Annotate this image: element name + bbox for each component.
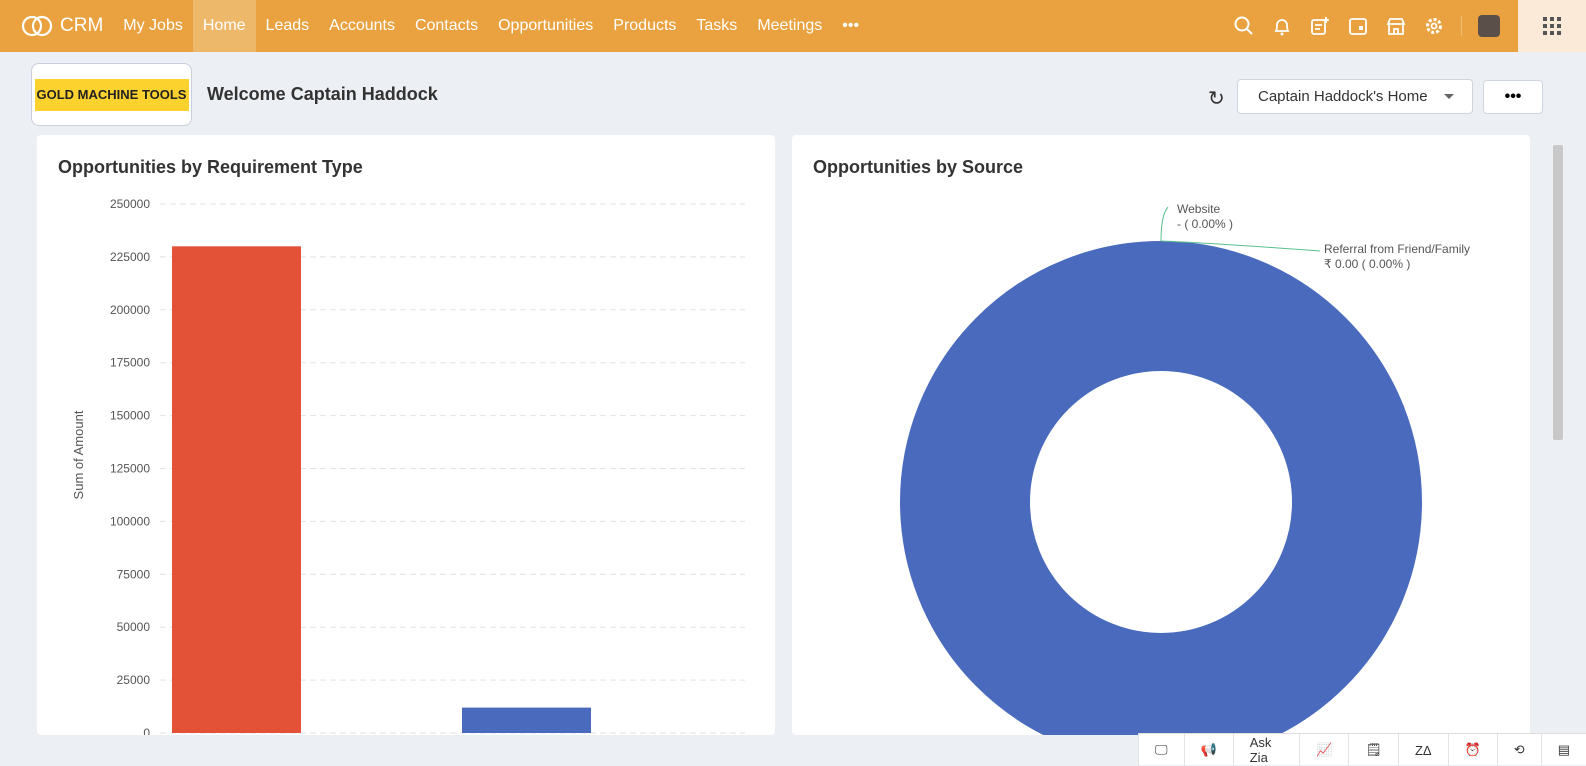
nav-more[interactable]: •••: [832, 0, 869, 52]
welcome-title: Welcome Captain Haddock: [207, 84, 438, 104]
alarm-icon[interactable]: ⏰: [1447, 734, 1497, 766]
user-avatar[interactable]: [1478, 15, 1500, 37]
y-tick-label: 225000: [110, 250, 150, 264]
search-icon[interactable]: [1233, 15, 1255, 37]
y-tick-label: 125000: [110, 462, 150, 476]
notes-icon[interactable]: 🗒: [1348, 734, 1398, 766]
y-tick-label: 150000: [110, 409, 150, 423]
history-icon[interactable]: ⟲: [1496, 734, 1541, 766]
y-tick-label: 0: [143, 726, 150, 735]
app-name: CRM: [60, 15, 104, 36]
screen-share-icon[interactable]: 🖵: [1138, 734, 1184, 766]
zoho-crm-icon: [21, 15, 53, 37]
more-options-button[interactable]: •••: [1483, 80, 1543, 114]
y-tick-label: 175000: [110, 356, 150, 370]
analytics-icon[interactable]: 📈: [1299, 734, 1348, 766]
donut-slice-other[interactable]: [900, 241, 1422, 735]
nav-contacts[interactable]: Contacts: [405, 0, 488, 52]
bar-bar2[interactable]: [462, 707, 591, 733]
bar-bar1[interactable]: [172, 246, 301, 733]
label-referral: Referral from Friend/Family: [1324, 242, 1470, 256]
logo-text: GOLD MACHINE TOOLS: [34, 78, 189, 111]
nav-my-jobs[interactable]: My Jobs: [113, 0, 193, 52]
calendar-icon[interactable]: [1347, 15, 1369, 37]
home-view-label: Captain Haddock's Home: [1258, 88, 1428, 105]
bar-chart-card: Opportunities by Requirement Type Sum of…: [37, 135, 775, 735]
y-tick-label: 75000: [117, 567, 151, 581]
bottom-toolbar: 🖵 📢 Ask Zia 📈 🗒 ZΔ ⏰ ⟲ ▤: [1138, 733, 1586, 766]
main-nav: My Jobs Home Leads Accounts Contacts Opp…: [113, 0, 869, 52]
divider: [1461, 16, 1462, 36]
company-logo: GOLD MACHINE TOOLS: [31, 63, 192, 126]
nav-home[interactable]: Home: [192, 0, 256, 52]
refresh-icon[interactable]: ↻: [1208, 86, 1225, 111]
donut-chart: Website - ( 0.00% ) Referral from Friend…: [900, 202, 1470, 735]
add-note-icon[interactable]: [1309, 15, 1331, 37]
website-leader-line: [1160, 206, 1169, 242]
label-referral-value: ₹ 0.00 ( 0.00% ): [1324, 257, 1410, 271]
y-tick-label: 50000: [117, 620, 151, 634]
gear-icon[interactable]: [1423, 15, 1445, 37]
nav-tasks[interactable]: Tasks: [686, 0, 747, 52]
marketplace-icon[interactable]: [1385, 15, 1407, 37]
y-axis-label: Sum of Amount: [71, 410, 86, 499]
label-website: Website: [1177, 202, 1220, 216]
y-tick-label: 200000: [110, 303, 150, 317]
home-view-select[interactable]: Captain Haddock's Home: [1237, 79, 1473, 114]
y-tick-label: 100000: [110, 514, 150, 528]
bell-icon[interactable]: [1271, 15, 1293, 37]
bar-chart: Sum of Amount 0 25000 50000 75000 100000 1250…: [71, 197, 745, 735]
zia-icon[interactable]: ZΔ: [1397, 734, 1448, 766]
y-tick-label: 25000: [117, 673, 151, 687]
top-nav-bar: CRM My Jobs Home Leads Accounts Contacts…: [0, 0, 1586, 52]
chevron-down-icon: [1444, 94, 1454, 104]
scrollbar[interactable]: [1553, 145, 1563, 440]
app-grid-icon[interactable]: [1518, 0, 1586, 52]
crm-logo[interactable]: CRM: [20, 14, 103, 38]
donut-chart-card: Opportunities by Source Website - ( 0.00…: [792, 135, 1530, 735]
nav-leads[interactable]: Leads: [256, 0, 320, 52]
ask-zia-button[interactable]: Ask Zia: [1232, 734, 1300, 766]
megaphone-icon[interactable]: 📢: [1183, 734, 1233, 766]
y-tick-label: 250000: [110, 197, 150, 211]
messages-icon[interactable]: ▤: [1540, 734, 1586, 766]
label-website-value: - ( 0.00% ): [1177, 217, 1233, 231]
nav-accounts[interactable]: Accounts: [319, 0, 405, 52]
nav-opportunities[interactable]: Opportunities: [488, 0, 603, 52]
nav-products[interactable]: Products: [603, 0, 686, 52]
nav-meetings[interactable]: Meetings: [747, 0, 832, 52]
